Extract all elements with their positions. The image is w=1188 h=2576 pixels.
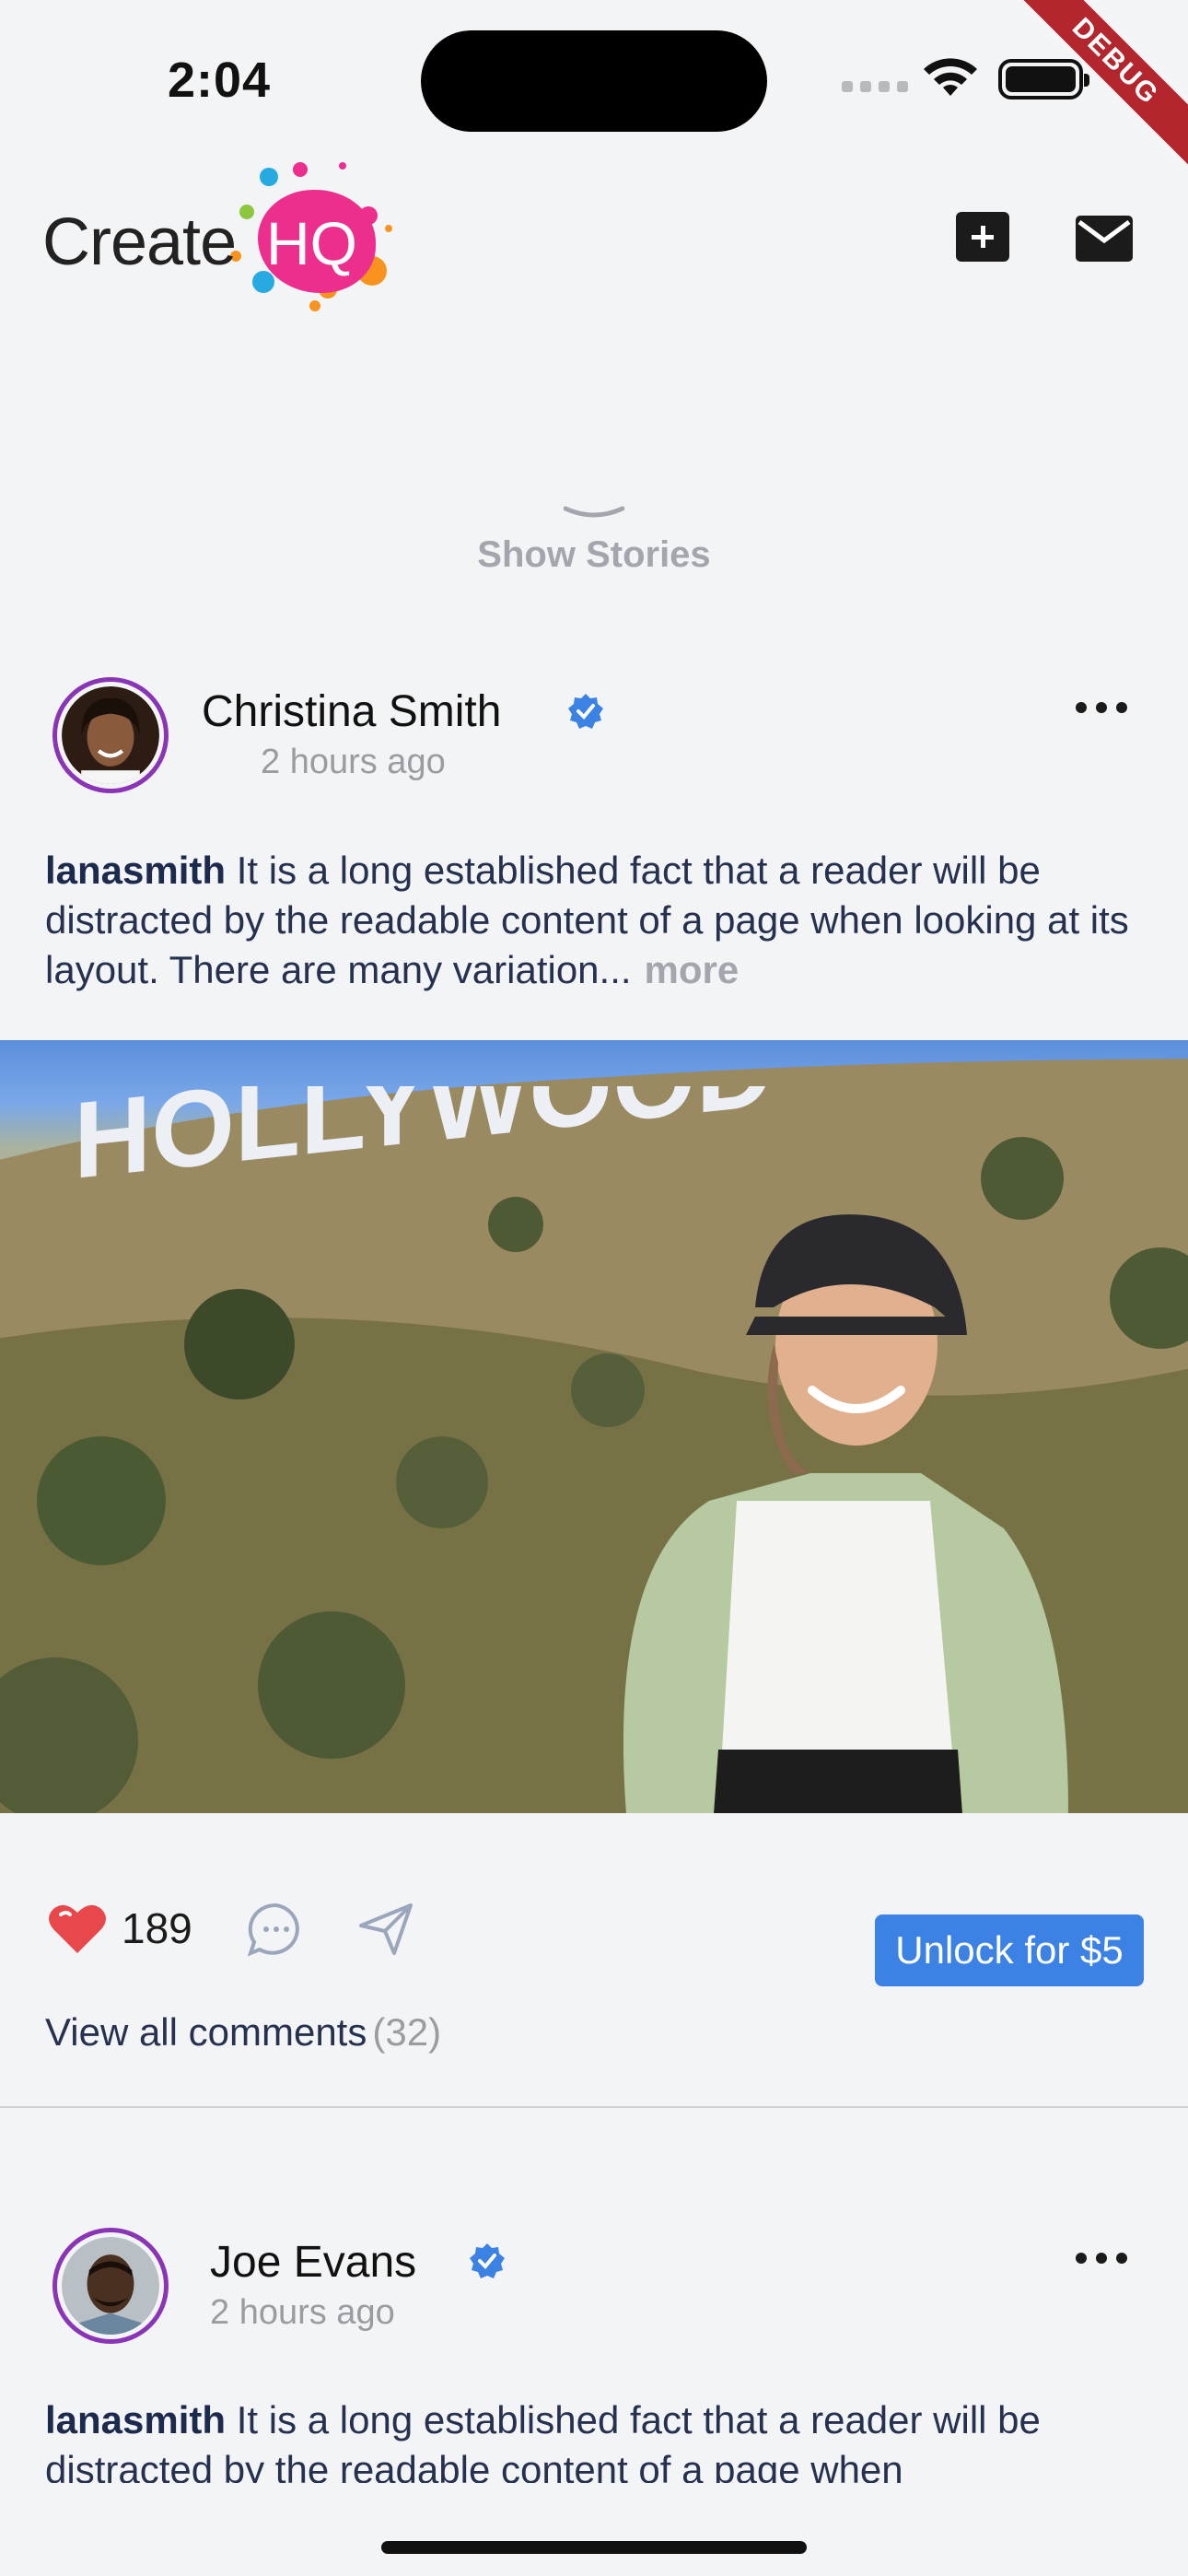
post-author-avatar[interactable]: [52, 2228, 169, 2344]
like-heart-icon[interactable]: [48, 1902, 107, 1955]
view-comments-label: View all comments: [45, 2010, 367, 2054]
show-stories-button[interactable]: Show Stories: [0, 534, 1188, 576]
comments-count: (32): [372, 2010, 442, 2054]
add-post-button[interactable]: [956, 212, 1009, 262]
verified-badge-icon: [568, 694, 603, 729]
status-time: 2:04: [168, 53, 272, 108]
like-count: 189: [122, 1904, 192, 1952]
unlock-button[interactable]: Unlock for $5: [875, 1914, 1144, 1986]
photo-sign-text: HOLLYWOOD: [74, 1086, 774, 1197]
battery-icon: [998, 59, 1089, 100]
comment-bubble-icon[interactable]: [247, 1902, 306, 1957]
post-options-button[interactable]: [1076, 2253, 1127, 2266]
post-caption: lanasmith It is a long established fact …: [45, 846, 1150, 995]
home-indicator[interactable]: [381, 2541, 807, 2554]
caption-username[interactable]: lanasmith: [45, 849, 226, 892]
logo-text: Create: [42, 205, 237, 279]
share-send-icon[interactable]: [357, 1902, 414, 1957]
post-options-button[interactable]: [1076, 702, 1127, 715]
caption-more-link[interactable]: more: [645, 948, 740, 991]
dynamic-island: [421, 30, 767, 132]
post-photo[interactable]: HOLLYWOOD: [0, 1040, 1188, 1813]
mail-icon[interactable]: [1076, 216, 1133, 262]
logo-hq-text: HQ: [266, 209, 357, 277]
post-caption: lanasmith It is a long established fact …: [45, 2395, 1150, 2483]
app-logo[interactable]: Create HQ: [42, 162, 402, 319]
post-timestamp: 2 hours ago: [210, 2293, 395, 2332]
chevron-down-icon[interactable]: [564, 505, 624, 523]
cellular-signal-icon: [842, 81, 908, 92]
post-author-name[interactable]: Christina Smith: [202, 686, 501, 737]
post-caption-clip: lanasmith It is a long established fact …: [0, 2377, 1188, 2483]
view-comments-link[interactable]: View all comments (32): [45, 2010, 441, 2055]
post-timestamp: 2 hours ago: [261, 743, 446, 781]
verified-badge-icon: [470, 2243, 505, 2278]
caption-username[interactable]: lanasmith: [45, 2398, 226, 2441]
post-author-avatar[interactable]: [52, 677, 169, 793]
post-divider: [0, 2106, 1188, 2108]
wifi-icon: [924, 58, 977, 96]
post-author-name[interactable]: Joe Evans: [210, 2237, 416, 2288]
